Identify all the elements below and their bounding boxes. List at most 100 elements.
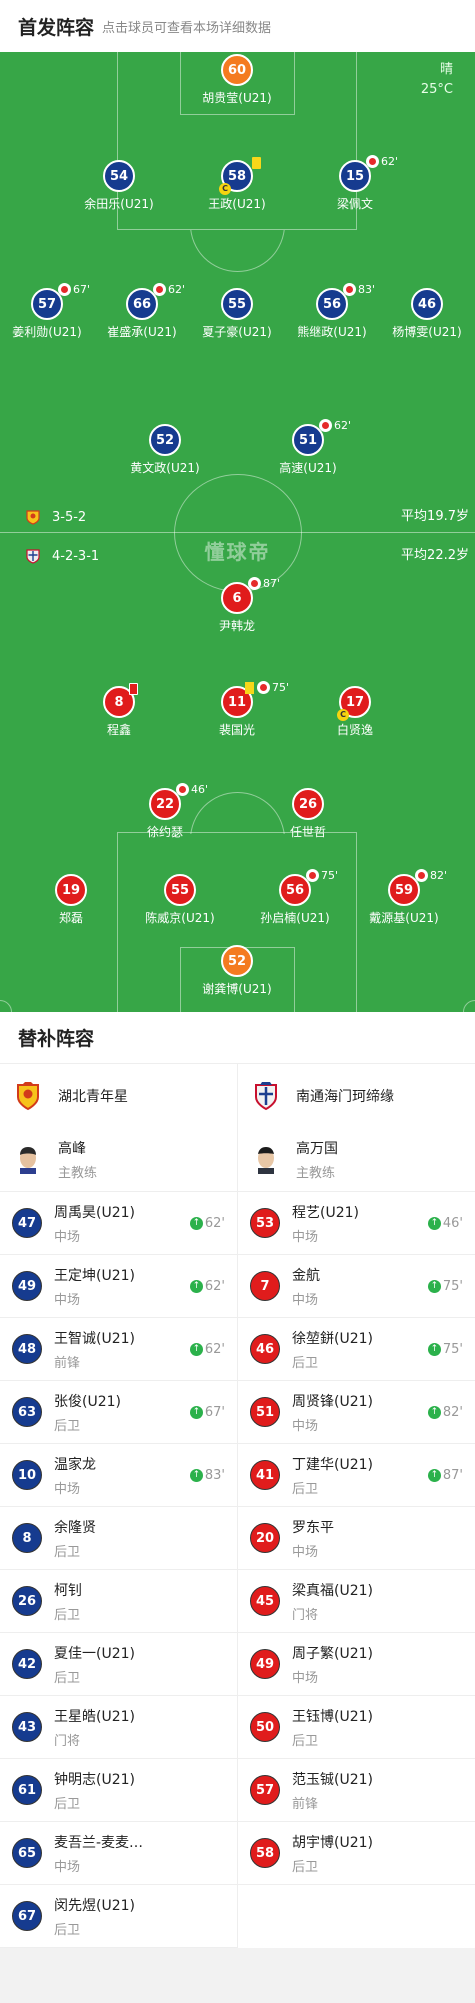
pitch-player[interactable]: 59 82' 戴源基(U21) xyxy=(344,869,464,926)
away-coach-row[interactable]: 高万国 主教练 xyxy=(238,1128,475,1192)
pitch-player[interactable]: 6 87' 尹韩龙 xyxy=(177,577,297,634)
sub-player-row[interactable]: 51 周贤锋(U21) 中场 ↑ 82' xyxy=(238,1381,475,1444)
pitch-player[interactable]: 11 75' 裴国光 xyxy=(177,681,297,738)
sub-player-row[interactable]: 61 钟明志(U21) 后卫 xyxy=(0,1759,237,1822)
sub-on-icon: ↑ xyxy=(189,1469,203,1482)
pitch-player[interactable]: 51 62' 高速(U21) xyxy=(248,419,368,476)
sub-player-row[interactable]: 47 周禹昊(U21) 中场 ↑ 62' xyxy=(0,1192,237,1255)
pitch-player[interactable]: 55 陈威京(U21) xyxy=(120,874,240,926)
sub-player-row[interactable]: 57 范玉铖(U21) 前锋 xyxy=(238,1759,475,1822)
sub-player-name: 周禹昊(U21) xyxy=(54,1204,135,1221)
pitch-player[interactable]: 60 胡贵莹(U21) xyxy=(177,54,297,106)
sub-player-number: 20 xyxy=(250,1523,280,1553)
pitch-player[interactable]: 58 C 王政(U21) xyxy=(177,157,297,212)
sub-player-name: 柯钊 xyxy=(54,1582,82,1599)
weather-temperature: 25°C xyxy=(420,82,453,97)
sub-player-row[interactable]: 49 周子繁(U21) 中场 xyxy=(238,1633,475,1696)
sub-player-row[interactable]: 43 王星皓(U21) 门将 xyxy=(0,1696,237,1759)
player-name: 程鑫 xyxy=(106,723,131,737)
sub-on-icon: ↑ xyxy=(189,1217,203,1230)
home-team-row[interactable]: 湖北青年星 xyxy=(0,1064,237,1128)
substitution-marker: 62' xyxy=(366,155,398,168)
sub-player-row[interactable]: 8 余隆贤 后卫 xyxy=(0,1507,237,1570)
player-name: 徐约瑟 xyxy=(146,825,183,839)
sub-player-number: 49 xyxy=(250,1649,280,1679)
player-name: 王政(U21) xyxy=(208,197,266,211)
page-footer xyxy=(0,1948,475,2001)
away-subs-column: 南通海门珂缔缘 高万国 主教练 53 程艺(U21) 中场 ↑ 46' 7 金航 中场 ↑ 75'… xyxy=(237,1064,475,1948)
sub-player-row[interactable]: 10 温家龙 中场 ↑ 83' xyxy=(0,1444,237,1507)
sub-off-icon xyxy=(248,577,261,590)
coach-name: 高万国 xyxy=(296,1141,338,1157)
sub-player-row[interactable]: 26 柯钊 后卫 xyxy=(0,1570,237,1633)
player-number: 52 xyxy=(221,945,253,977)
player-number: 51 xyxy=(298,432,318,448)
sub-player-position: 中场 xyxy=(292,1292,319,1308)
sub-player-number: 45 xyxy=(250,1586,280,1616)
pitch-player[interactable]: 52 谢龚博(U21) xyxy=(177,945,297,997)
sub-on-time: ↑ 87' xyxy=(427,1468,463,1483)
sub-player-number: 48 xyxy=(12,1334,42,1364)
pitch-player[interactable]: 19 郑磊 xyxy=(11,874,131,926)
sub-player-name: 余隆贤 xyxy=(54,1519,96,1536)
sub-player-number: 46 xyxy=(250,1334,280,1364)
pitch-player[interactable]: 46 杨博雯(U21) xyxy=(367,288,475,340)
sub-player-number: 65 xyxy=(12,1838,42,1868)
sub-player-number: 49 xyxy=(12,1271,42,1301)
sub-player-row[interactable]: 50 王钰博(U21) 后卫 xyxy=(238,1696,475,1759)
pitch-player[interactable]: 54 余田乐(U21) xyxy=(59,160,179,212)
substitution-marker: 62' xyxy=(319,419,351,432)
away-team-row[interactable]: 南通海门珂缔缘 xyxy=(238,1064,475,1128)
substitution-marker: 82' xyxy=(415,869,447,882)
home-avg-age: 平均19.7岁 xyxy=(401,509,469,524)
pitch-player[interactable]: 26 任世哲 xyxy=(248,788,368,840)
sub-player-name: 周贤锋(U21) xyxy=(292,1393,373,1410)
sub-player-row[interactable]: 42 夏佳一(U21) 后卫 xyxy=(0,1633,237,1696)
sub-player-position: 后卫 xyxy=(292,1481,319,1497)
sub-player-row[interactable]: 65 麦吾兰-麦麦… 中场 xyxy=(0,1822,237,1885)
home-coach-row[interactable]: 高峰 主教练 xyxy=(0,1128,237,1192)
sub-player-position: 后卫 xyxy=(54,1607,81,1623)
sub-player-row[interactable]: 45 梁真福(U21) 门将 xyxy=(238,1570,475,1633)
sub-player-position: 中场 xyxy=(54,1481,81,1497)
sub-player-row[interactable]: 46 徐堃鉼(U21) 后卫 ↑ 75' xyxy=(238,1318,475,1381)
away-avg-age: 平均22.2岁 xyxy=(401,548,469,563)
player-number: 59 xyxy=(394,882,414,898)
sub-player-position: 后卫 xyxy=(292,1355,319,1371)
pitch-player[interactable]: 56 75' 孙启楠(U21) xyxy=(235,869,355,926)
sub-player-row[interactable]: 48 王智诚(U21) 前锋 ↑ 62' xyxy=(0,1318,237,1381)
player-number: 66 xyxy=(132,296,152,312)
sub-on-time: ↑ 75' xyxy=(427,1279,463,1294)
sub-player-name: 梁真福(U21) xyxy=(292,1582,373,1599)
sub-player-row[interactable]: 7 金航 中场 ↑ 75' xyxy=(238,1255,475,1318)
sub-player-row[interactable]: 67 闵先煜(U21) 后卫 xyxy=(0,1885,237,1948)
sub-player-number: 41 xyxy=(250,1460,280,1490)
sub-player-number: 61 xyxy=(12,1775,42,1805)
sub-player-row[interactable]: 53 程艺(U21) 中场 ↑ 46' xyxy=(238,1192,475,1255)
sub-on-time: ↑ 46' xyxy=(427,1216,463,1231)
sub-player-number: 57 xyxy=(250,1775,280,1805)
sub-player-row[interactable]: 58 胡宇博(U21) 后卫 xyxy=(238,1822,475,1885)
home-formation-row: 3-5-2 xyxy=(26,506,86,528)
sub-player-name: 闵先煜(U21) xyxy=(54,1897,135,1914)
sub-player-row[interactable]: 49 王定坤(U21) 中场 ↑ 62' xyxy=(0,1255,237,1318)
sub-player-position: 中场 xyxy=(54,1859,81,1875)
pitch-player[interactable]: 22 46' 徐约瑟 xyxy=(105,783,225,840)
pitch-player[interactable]: 52 黄文政(U21) xyxy=(105,424,225,476)
sub-on-time: ↑ 62' xyxy=(189,1342,225,1357)
sub-player-position: 前锋 xyxy=(54,1355,81,1371)
pitch-player[interactable]: 17 C 白贤逸 xyxy=(295,686,415,738)
pitch-player[interactable]: 8 程鑫 xyxy=(59,683,179,738)
sub-player-row[interactable]: 41 丁建华(U21) 后卫 ↑ 87' xyxy=(238,1444,475,1507)
sub-player-row[interactable]: 63 张俊(U21) 后卫 ↑ 67' xyxy=(0,1381,237,1444)
player-name: 尹韩龙 xyxy=(218,619,255,633)
coach-name: 高峰 xyxy=(58,1141,86,1157)
player-name: 裴国光 xyxy=(218,723,255,737)
player-number: 60 xyxy=(221,54,253,86)
sub-player-position: 后卫 xyxy=(54,1418,81,1434)
sub-player-number: 51 xyxy=(250,1397,280,1427)
sub-player-row[interactable]: 20 罗东平 中场 xyxy=(238,1507,475,1570)
pitch-player[interactable]: 15 62' 梁佩文 xyxy=(295,155,415,212)
player-number: 55 xyxy=(164,874,196,906)
player-number: 11 xyxy=(227,694,247,710)
